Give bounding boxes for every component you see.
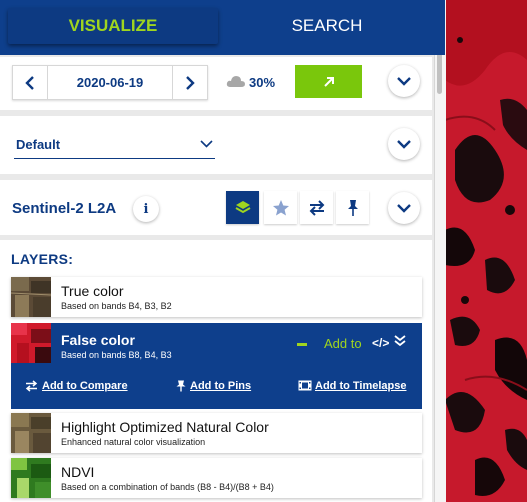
cloud-icon bbox=[226, 76, 245, 87]
theme-select[interactable]: Default bbox=[14, 134, 215, 159]
layers-view-button[interactable] bbox=[226, 191, 259, 224]
layer-item-highlight-optimized[interactable]: Highlight Optimized Natural Color Enhanc… bbox=[11, 413, 422, 453]
chevrons-down-icon[interactable] bbox=[393, 334, 407, 348]
compare-view-button[interactable] bbox=[300, 191, 333, 224]
layer-item-false-color[interactable]: False color Based on bands B8, B4, B3 Ad… bbox=[11, 323, 422, 409]
pin-icon bbox=[176, 380, 186, 392]
layers-icon bbox=[235, 200, 250, 213]
film-icon bbox=[298, 380, 312, 391]
theme-panel: Default bbox=[0, 116, 432, 174]
chevron-down-icon bbox=[200, 140, 213, 148]
chevron-right-icon bbox=[186, 75, 195, 90]
tab-visualize[interactable]: VISUALIZE bbox=[8, 8, 218, 44]
add-to-timelapse-link[interactable]: Add to Timelapse bbox=[315, 380, 406, 392]
date-picker: 2020-06-19 bbox=[12, 65, 208, 100]
swap-icon bbox=[309, 199, 324, 216]
layer-description: Based on bands B4, B3, B2 bbox=[61, 301, 172, 311]
chevron-down-icon bbox=[397, 203, 411, 213]
previous-date-button[interactable] bbox=[13, 66, 48, 99]
layer-name: NDVI bbox=[61, 464, 95, 480]
layer-thumbnail bbox=[11, 458, 51, 498]
pin-icon bbox=[347, 199, 358, 216]
minus-icon bbox=[297, 343, 307, 346]
add-to-compare-link[interactable]: Add to Compare bbox=[42, 380, 128, 392]
show-latest-button[interactable] bbox=[295, 65, 362, 98]
layer-name: True color bbox=[61, 283, 124, 299]
add-to-button[interactable]: Add to bbox=[324, 336, 362, 351]
chevron-down-icon bbox=[397, 139, 411, 149]
map-view[interactable] bbox=[445, 0, 527, 502]
layer-item-ndvi[interactable]: NDVI Based on a combination of bands (B8… bbox=[11, 458, 422, 498]
layers-heading: LAYERS: bbox=[11, 251, 74, 267]
theme-select-value: Default bbox=[16, 137, 61, 152]
arrow-up-right-icon bbox=[323, 76, 334, 87]
theme-expand-button[interactable] bbox=[388, 128, 420, 160]
tab-search[interactable]: SEARCH bbox=[222, 8, 432, 44]
layer-item-true-color[interactable]: True color Based on bands B4, B3, B2 bbox=[11, 277, 422, 317]
pins-view-button[interactable] bbox=[336, 191, 369, 224]
star-icon bbox=[272, 199, 289, 215]
layer-name: False color bbox=[61, 332, 135, 348]
layer-thumbnail bbox=[11, 413, 51, 453]
swap-icon bbox=[25, 380, 38, 392]
tab-bar: VISUALIZE SEARCH bbox=[0, 0, 445, 55]
layer-thumbnail bbox=[11, 323, 51, 363]
layer-description: Based on bands B8, B4, B3 bbox=[61, 350, 172, 360]
layer-thumbnail bbox=[11, 277, 51, 317]
datasource-info-button[interactable]: i bbox=[133, 196, 159, 222]
map-imagery bbox=[445, 0, 527, 502]
info-icon: i bbox=[143, 201, 149, 217]
layer-name: Highlight Optimized Natural Color bbox=[61, 419, 269, 435]
layer-description: Based on a combination of bands (B8 - B4… bbox=[61, 482, 274, 492]
date-panel: 2020-06-19 30% bbox=[0, 57, 432, 110]
code-icon[interactable]: </> bbox=[372, 336, 389, 350]
cloud-coverage-value: 30% bbox=[249, 75, 276, 90]
next-date-button[interactable] bbox=[172, 66, 207, 99]
chevron-down-icon bbox=[397, 76, 411, 86]
date-expand-button[interactable] bbox=[388, 65, 420, 97]
favorites-button[interactable] bbox=[264, 191, 297, 224]
datasource-expand-button[interactable] bbox=[388, 192, 420, 224]
add-to-pins-link[interactable]: Add to Pins bbox=[190, 380, 251, 392]
chevron-left-icon bbox=[25, 75, 34, 90]
layer-description: Enhanced natural color visualization bbox=[61, 437, 206, 447]
datasource-name: Sentinel-2 L2A bbox=[12, 200, 117, 217]
date-value[interactable]: 2020-06-19 bbox=[48, 66, 172, 99]
